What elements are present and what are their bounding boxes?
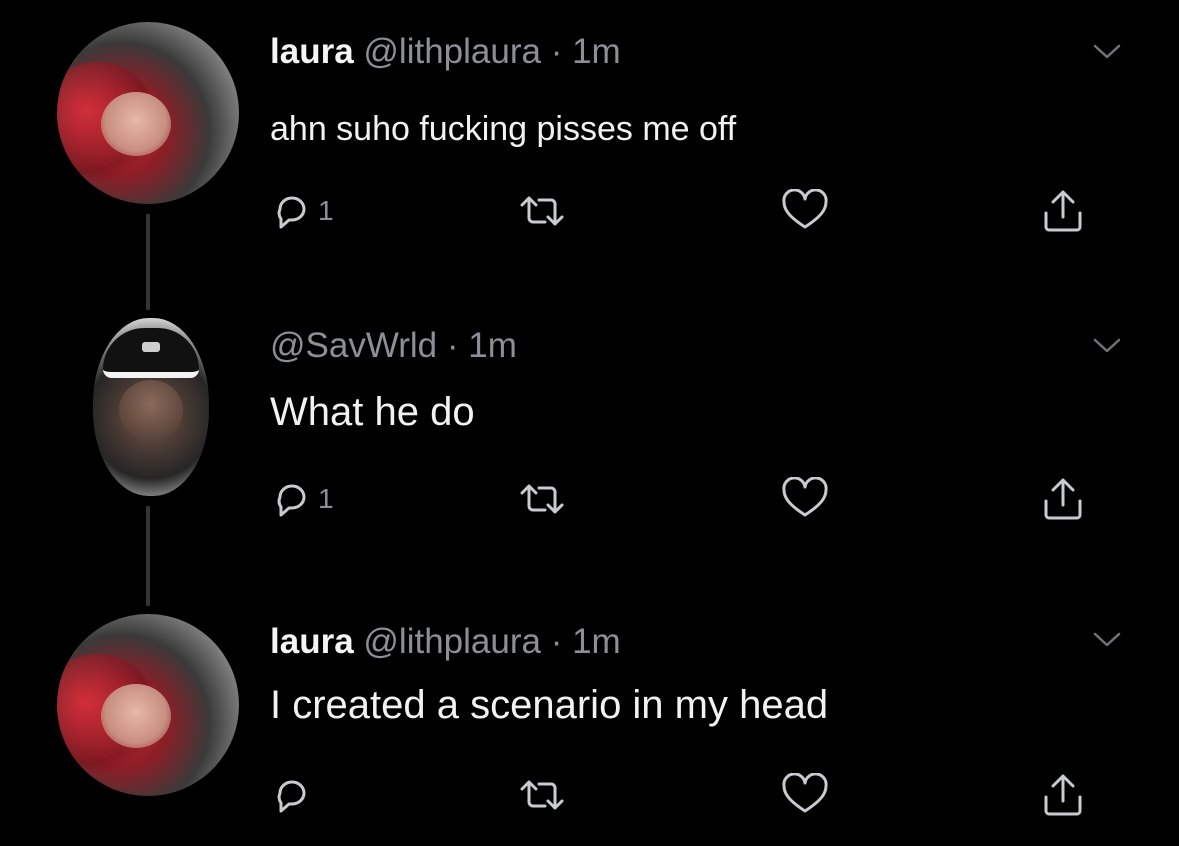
heart-icon: [782, 773, 828, 813]
retweet-button[interactable]: [516, 186, 568, 236]
retweet-icon: [520, 780, 564, 810]
tweet-text: ahn suho fucking pisses me off: [270, 110, 737, 148]
reply-icon: [277, 196, 306, 229]
tweet-header: @SavWrld · 1m: [270, 326, 517, 366]
reply-button[interactable]: 1: [270, 186, 334, 236]
tweet-text: What he do: [270, 390, 475, 434]
avatar[interactable]: [57, 22, 239, 204]
reply-icon: [277, 780, 306, 813]
share-button[interactable]: [1038, 186, 1088, 236]
avatar[interactable]: [93, 318, 209, 496]
tweet-actions: 1: [270, 474, 1150, 524]
reply-button[interactable]: [270, 770, 318, 820]
reply-count: 1: [318, 483, 334, 514]
retweet-button[interactable]: [516, 770, 568, 820]
retweet-button[interactable]: [516, 474, 568, 524]
like-button[interactable]: [780, 186, 830, 236]
heart-icon: [782, 477, 828, 517]
reply-icon: [277, 484, 306, 517]
share-icon: [1044, 190, 1082, 232]
reply-count: 1: [318, 195, 334, 226]
reply-button[interactable]: 1: [270, 474, 334, 524]
retweet-icon: [520, 484, 564, 514]
share-button[interactable]: [1038, 770, 1088, 820]
chevron-down-icon[interactable]: [1092, 42, 1122, 62]
avatar[interactable]: [57, 614, 239, 796]
tweet-actions: [270, 770, 1150, 820]
chevron-down-icon[interactable]: [1092, 336, 1122, 356]
retweet-icon: [520, 196, 564, 226]
share-icon: [1044, 774, 1082, 816]
timestamp[interactable]: 1m: [572, 32, 621, 71]
tweet-header: laura @lithplaura · 1m: [270, 32, 621, 72]
thread-line: [146, 214, 150, 310]
tweet-text: I created a scenario in my head: [270, 683, 829, 727]
thread-line: [146, 506, 150, 606]
separator: ·: [540, 32, 573, 71]
username[interactable]: @lithplaura: [363, 622, 541, 661]
share-button[interactable]: [1038, 474, 1088, 524]
like-button[interactable]: [780, 770, 830, 820]
share-icon: [1044, 478, 1082, 520]
display-name[interactable]: laura: [270, 32, 354, 71]
tweet-header: laura @lithplaura · 1m: [270, 622, 621, 662]
timestamp[interactable]: 1m: [572, 622, 621, 661]
username[interactable]: @lithplaura: [363, 32, 541, 71]
username[interactable]: @SavWrld: [270, 326, 437, 365]
heart-icon: [782, 189, 828, 229]
display-name[interactable]: laura: [270, 622, 354, 661]
separator: ·: [540, 622, 573, 661]
chevron-down-icon[interactable]: [1092, 630, 1122, 650]
tweet-actions: 1: [270, 186, 1150, 236]
tweet-thread: laura @lithplaura · 1m ahn suho fucking …: [0, 0, 1179, 846]
separator: ·: [437, 326, 469, 365]
like-button[interactable]: [780, 474, 830, 524]
timestamp[interactable]: 1m: [468, 326, 517, 365]
